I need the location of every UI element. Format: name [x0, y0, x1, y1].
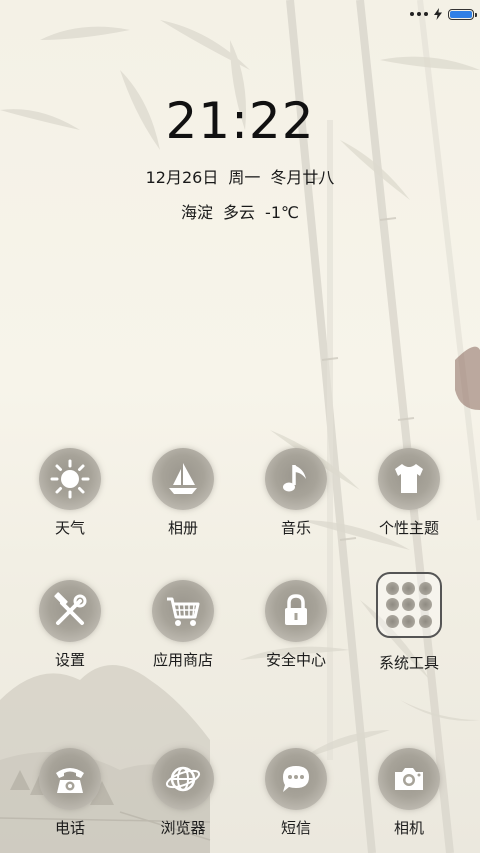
telephone-icon — [56, 768, 84, 793]
app-label: 相机 — [393, 819, 424, 837]
weather-line[interactable]: 海淀 多云 -1℃ — [0, 199, 480, 223]
app-settings[interactable]: 设置 — [20, 580, 120, 670]
date-line: 12月26日 周一 冬月廿八 — [0, 164, 480, 188]
sun-icon — [50, 459, 90, 499]
temperature: -1℃ — [265, 203, 299, 222]
dock-browser-icon-wrap — [152, 748, 214, 810]
app-grid-icon — [376, 572, 442, 638]
dock-browser[interactable]: 浏览器 — [133, 748, 233, 838]
app-label: 相册 — [167, 519, 198, 537]
app-system-tools[interactable]: 系统工具 — [359, 572, 459, 673]
app-themes[interactable]: 个性主题 — [359, 448, 459, 538]
app-album[interactable]: 相册 — [133, 448, 233, 538]
app-themes-icon-wrap — [378, 448, 440, 510]
app-label: 音乐 — [280, 519, 311, 537]
status-bar — [410, 4, 477, 24]
app-label: 天气 — [54, 519, 85, 537]
app-store-icon-wrap — [152, 580, 214, 642]
music-note-icon — [283, 465, 306, 492]
lunar-date: 冬月廿八 — [270, 168, 335, 187]
camera-icon — [395, 768, 423, 790]
app-label: 设置 — [54, 651, 85, 669]
battery-icon — [448, 8, 477, 20]
app-music-icon-wrap — [265, 448, 327, 510]
app-label: 短信 — [280, 819, 311, 837]
app-store[interactable]: 应用商店 — [133, 580, 233, 670]
signal-dots-icon — [410, 12, 428, 16]
shopping-cart-icon — [167, 597, 200, 626]
chat-bubble-icon — [283, 766, 309, 792]
dock-phone[interactable]: 电话 — [20, 748, 120, 838]
app-weather-icon-wrap — [39, 448, 101, 510]
location: 海淀 — [181, 203, 214, 222]
clock-time: 21:22 — [165, 92, 315, 150]
dock-phone-icon-wrap — [39, 748, 101, 810]
app-weather[interactable]: 天气 — [20, 448, 120, 538]
dock-camera[interactable]: 相机 — [359, 748, 459, 838]
battery-level-fill — [450, 10, 472, 18]
tshirt-icon — [395, 464, 423, 493]
app-music[interactable]: 音乐 — [246, 448, 346, 538]
globe-icon — [165, 766, 201, 792]
weekday: 周一 — [228, 168, 261, 187]
dock-messages[interactable]: 短信 — [246, 748, 346, 838]
weather-condition: 多云 — [223, 203, 256, 222]
app-label: 浏览器 — [160, 819, 206, 837]
date: 12月26日 — [145, 168, 219, 187]
app-album-icon-wrap — [152, 448, 214, 510]
lock-icon — [285, 594, 307, 625]
sailboat-icon — [169, 463, 197, 494]
app-label: 电话 — [54, 819, 85, 837]
app-security[interactable]: 安全中心 — [246, 580, 346, 670]
app-settings-icon-wrap — [39, 580, 101, 642]
app-label: 系统工具 — [378, 654, 439, 672]
lightning-icon — [434, 8, 442, 20]
app-label: 个性主题 — [378, 519, 439, 537]
app-label: 应用商店 — [152, 651, 213, 669]
dock-camera-icon-wrap — [378, 748, 440, 810]
app-label: 安全中心 — [265, 651, 326, 669]
dock-messages-icon-wrap — [265, 748, 327, 810]
app-security-icon-wrap — [265, 580, 327, 642]
hammer-wrench-icon — [54, 592, 87, 625]
